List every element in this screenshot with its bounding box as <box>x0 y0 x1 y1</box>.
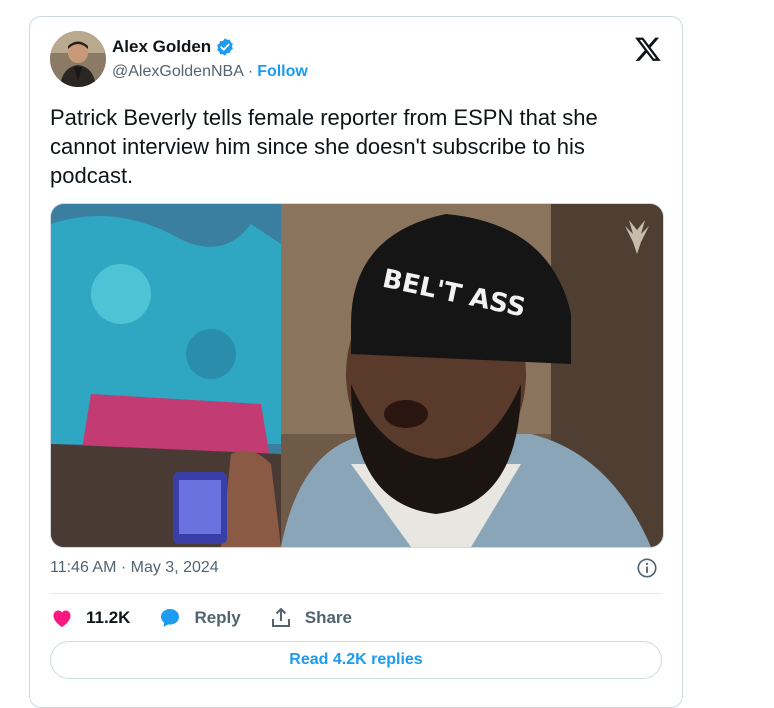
reply-button[interactable]: Reply <box>158 606 241 630</box>
divider <box>50 593 662 594</box>
heart-icon <box>53 610 71 627</box>
verified-badge-icon <box>217 38 234 56</box>
info-icon[interactable] <box>636 557 658 579</box>
share-label: Share <box>304 608 352 627</box>
like-count: 11.2K <box>86 608 131 627</box>
tweet-card: Alex Golden @AlexGoldenNBA · Follow Patr… <box>29 16 683 708</box>
like-button[interactable]: 11.2K <box>50 606 130 630</box>
read-replies-button[interactable]: Read 4.2K replies <box>50 641 662 679</box>
reply-bubble-icon <box>161 609 180 627</box>
x-logo-icon[interactable] <box>634 35 662 63</box>
share-icon <box>271 608 290 627</box>
author-name-row[interactable]: Alex Golden <box>112 37 235 57</box>
handle-line: @AlexGoldenNBA · Follow <box>112 63 308 81</box>
reply-label: Reply <box>194 608 241 627</box>
share-button[interactable]: Share <box>269 606 352 630</box>
handle-separator: · <box>247 63 254 80</box>
tweet-text: Patrick Beverly tells female reporter fr… <box>50 105 598 188</box>
avatar-image <box>50 31 106 87</box>
follow-button[interactable]: Follow <box>257 63 308 81</box>
tweet-media[interactable]: BEL'T ASS <box>50 203 664 548</box>
video-thumbnail: BEL'T ASS <box>51 204 663 547</box>
author-handle[interactable]: @AlexGoldenNBA <box>112 63 244 81</box>
author-name[interactable]: Alex Golden <box>112 37 211 57</box>
avatar[interactable] <box>50 31 106 87</box>
tweet-timestamp[interactable]: 11:46 AM · May 3, 2024 <box>50 559 219 577</box>
action-bar: 11.2K Reply Share <box>50 605 380 631</box>
